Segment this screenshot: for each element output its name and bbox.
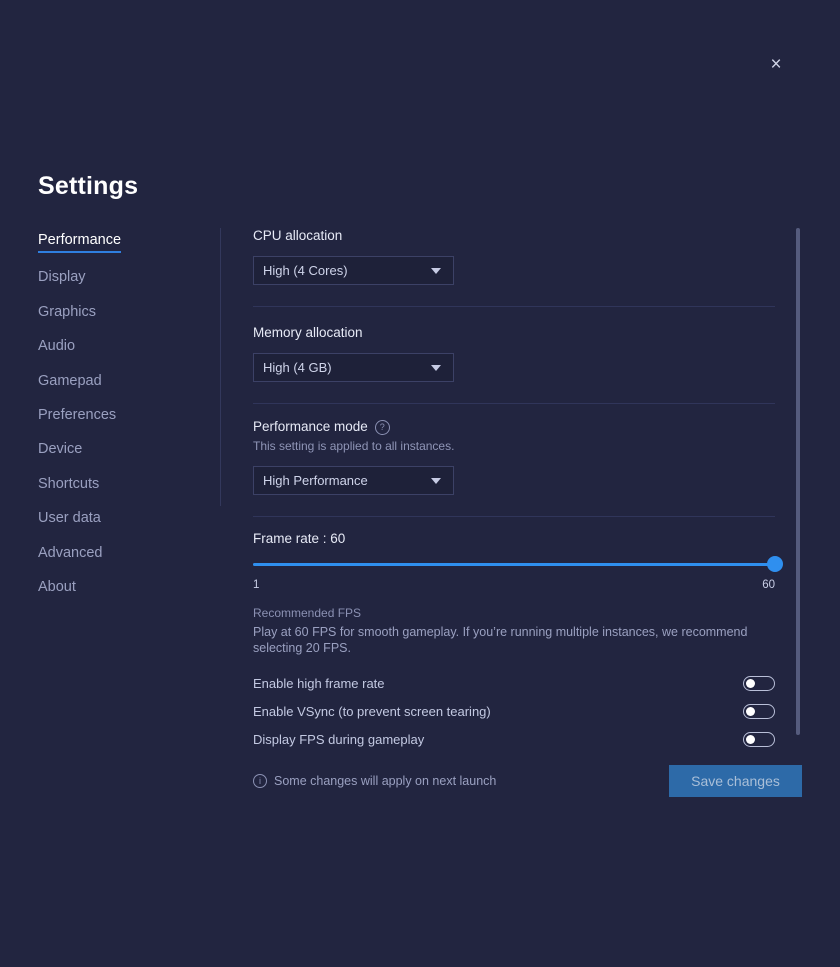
page-title: Settings — [38, 172, 139, 200]
slider-fill — [253, 563, 775, 566]
chevron-down-icon — [431, 267, 441, 274]
divider-1 — [253, 306, 775, 307]
footer: i Some changes will apply on next launch… — [253, 765, 802, 797]
divider-3 — [253, 516, 775, 517]
cpu-allocation-label: CPU allocation — [253, 228, 343, 243]
toggle-switch[interactable] — [743, 703, 775, 719]
next-launch-note-text: Some changes will apply on next launch — [274, 774, 497, 788]
toggle-label: Display FPS during gameplay — [253, 731, 425, 747]
close-button[interactable]: × — [762, 50, 790, 78]
sidebar-item-advanced[interactable]: Advanced — [38, 545, 103, 563]
cpu-allocation-value: High (4 Cores) — [263, 263, 348, 278]
chevron-down-icon — [431, 364, 441, 371]
sidebar-item-gamepad[interactable]: Gamepad — [38, 373, 102, 391]
sidebar-item-shortcuts[interactable]: Shortcuts — [38, 476, 99, 494]
performance-mode-value: High Performance — [263, 473, 368, 488]
toggle-row: Enable high frame rate — [253, 669, 775, 697]
toggle-list: Enable high frame rate Enable VSync (to p… — [253, 669, 775, 753]
slider-min-label: 1 — [253, 579, 260, 591]
toggle-row: Enable VSync (to prevent screen tearing) — [253, 697, 775, 725]
toggle-knob — [746, 734, 755, 744]
settings-content: CPU allocation High (4 Cores) Memory all… — [253, 228, 783, 753]
section-frame-rate: Frame rate : 60 1 60 Recommended FPS Pla… — [253, 531, 783, 656]
slider-max-label: 60 — [762, 579, 775, 591]
help-icon[interactable]: ? — [374, 420, 390, 435]
close-icon: × — [770, 53, 782, 75]
performance-mode-label: Performance mode? — [253, 419, 775, 435]
section-cpu-allocation: CPU allocation High (4 Cores) — [253, 228, 775, 285]
toggle-label: Enable VSync (to prevent screen tearing) — [253, 703, 491, 719]
performance-mode-label-text: Performance mode — [253, 419, 368, 434]
memory-allocation-select[interactable]: High (4 GB) — [253, 353, 454, 382]
recommended-fps-title: Recommended FPS — [253, 606, 362, 620]
sidebar-item-performance[interactable]: Performance — [38, 232, 122, 253]
toggle-switch[interactable] — [743, 675, 775, 691]
frame-rate-label: Frame rate : 60 — [253, 531, 346, 546]
sidebar-item-device[interactable]: Device — [38, 441, 82, 459]
toggle-switch[interactable] — [743, 731, 775, 747]
toggle-knob — [746, 706, 755, 716]
toggle-row: Display FPS during gameplay — [253, 725, 775, 753]
section-memory-allocation: Memory allocation High (4 GB) — [253, 325, 775, 382]
scrollbar-thumb[interactable] — [796, 228, 800, 735]
sidebar: Performance Display Graphics Audio Gamepad Pr… — [38, 232, 208, 613]
next-launch-note: i Some changes will apply on next launch — [253, 774, 496, 788]
section-performance-mode: Performance mode? This setting is applie… — [253, 419, 775, 495]
slider-range-labels: 1 60 — [253, 579, 775, 591]
sidebar-item-preferences[interactable]: Preferences — [38, 407, 116, 425]
sidebar-item-user-data[interactable]: User data — [38, 510, 101, 528]
sidebar-item-display[interactable]: Display — [38, 269, 86, 287]
save-changes-button[interactable]: Save changes — [669, 765, 802, 797]
slider-thumb[interactable] — [767, 556, 783, 572]
sidebar-content-divider — [220, 228, 221, 506]
recommended-fps-body: Play at 60 FPS for smooth gameplay. If y… — [253, 625, 748, 655]
info-icon: i — [253, 774, 267, 788]
toggle-label: Enable high frame rate — [253, 675, 385, 691]
memory-allocation-value: High (4 GB) — [263, 360, 332, 375]
memory-allocation-label: Memory allocation — [253, 325, 363, 340]
sidebar-item-graphics[interactable]: Graphics — [38, 304, 96, 322]
sidebar-item-about[interactable]: About — [38, 579, 76, 597]
toggle-knob — [746, 678, 755, 688]
chevron-down-icon — [431, 477, 441, 484]
cpu-allocation-select[interactable]: High (4 Cores) — [253, 256, 454, 285]
sidebar-item-audio[interactable]: Audio — [38, 338, 75, 356]
performance-mode-description: This setting is applied to all instances… — [253, 439, 455, 453]
divider-2 — [253, 403, 775, 404]
performance-mode-select[interactable]: High Performance — [253, 466, 454, 495]
frame-rate-slider[interactable] — [253, 556, 783, 572]
